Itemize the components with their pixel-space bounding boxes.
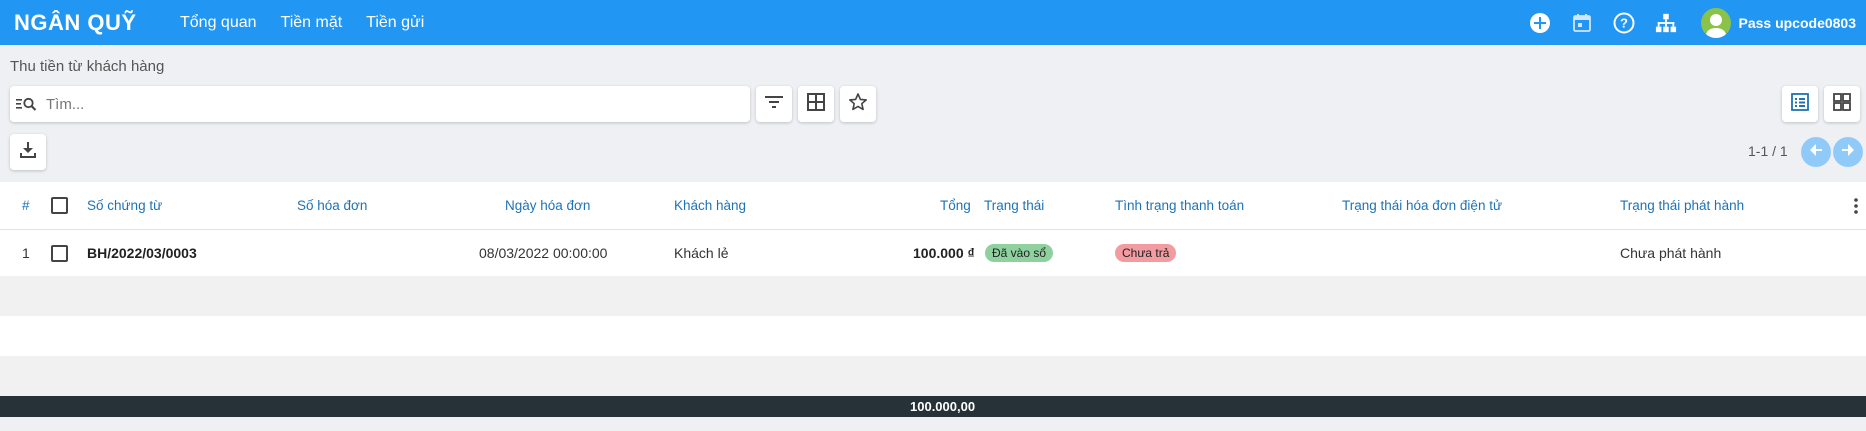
- empty-row: [0, 316, 1866, 356]
- top-navbar: NGÂN QUỸ Tổng quan Tiền mặt Tiền gửi ? P…: [0, 0, 1866, 45]
- col-issue-status[interactable]: Trạng thái phát hành: [1620, 182, 1744, 229]
- row-customer: Khách lẻ: [674, 245, 729, 261]
- favorites-button[interactable]: [840, 86, 876, 122]
- row-total: 100.000 ₫: [913, 245, 975, 261]
- filter-button[interactable]: [756, 86, 792, 122]
- empty-row: [0, 356, 1866, 396]
- pager-next-button[interactable]: [1833, 137, 1863, 167]
- pager-range: 1-1 / 1: [1748, 143, 1788, 159]
- export-button[interactable]: [10, 134, 46, 170]
- search-bar: [10, 86, 750, 122]
- search-icon: [16, 94, 42, 114]
- column-options-icon[interactable]: [1853, 182, 1859, 229]
- col-voucher-no[interactable]: Số chứng từ: [87, 182, 162, 229]
- empty-row: [0, 276, 1866, 316]
- row-index: 1: [22, 245, 30, 261]
- payment-status-badge: Chưa trả: [1115, 244, 1177, 262]
- col-customer[interactable]: Khách hàng: [674, 182, 746, 229]
- bottom-margin: [0, 417, 1866, 431]
- col-payment-status[interactable]: Tình trạng thanh toán: [1115, 182, 1244, 229]
- row-status-cell: Đã vào sổ: [985, 230, 1054, 276]
- col-einvoice-status[interactable]: Trạng thái hóa đơn điện tử: [1342, 182, 1502, 229]
- select-all-checkbox-cell: [51, 182, 68, 229]
- sitemap-icon[interactable]: [1655, 12, 1677, 34]
- download-icon: [18, 140, 38, 165]
- svg-text:?: ?: [1621, 15, 1629, 30]
- col-status[interactable]: Trạng thái: [984, 182, 1044, 229]
- select-all-checkbox[interactable]: [51, 197, 68, 214]
- col-invoice-no[interactable]: Số hóa đơn: [297, 182, 367, 229]
- col-index: #: [22, 198, 30, 213]
- top-right-actions: ? Pass upcode0803: [1529, 0, 1866, 45]
- row-issue-status: Chưa phát hành: [1620, 245, 1722, 261]
- nav-cash[interactable]: Tiền mặt: [281, 14, 343, 32]
- kanban-view-button[interactable]: [1824, 86, 1860, 122]
- list-view-icon: [1790, 92, 1810, 117]
- user-avatar-icon[interactable]: [1701, 7, 1732, 38]
- star-icon: [848, 92, 868, 117]
- calendar-icon[interactable]: [1571, 12, 1593, 34]
- col-invoice-date[interactable]: Ngày hóa đơn: [505, 182, 590, 229]
- row-payment-status-cell: Chưa trả: [1115, 230, 1177, 276]
- status-badge: Đã vào sổ: [985, 244, 1054, 262]
- col-total[interactable]: Tổng: [940, 182, 971, 229]
- kanban-view-icon: [1832, 92, 1852, 117]
- filter-icon: [764, 95, 784, 114]
- search-input[interactable]: [46, 95, 736, 113]
- help-icon[interactable]: ?: [1613, 12, 1635, 34]
- table-header: # Số chứng từ Số hóa đơn Ngày hóa đơn Kh…: [0, 182, 1866, 230]
- pager-prev-button[interactable]: [1801, 137, 1831, 167]
- row-checkbox[interactable]: [51, 244, 68, 262]
- grid-table-icon: [806, 92, 826, 117]
- user-name[interactable]: Pass upcode0803: [1738, 15, 1856, 31]
- table-row[interactable]: 1 BH/2022/03/0003 08/03/2022 00:00:00 Kh…: [0, 230, 1866, 276]
- arrow-left-icon: [1808, 142, 1824, 163]
- page-title: Thu tiền từ khách hàng: [10, 58, 165, 75]
- row-checkbox-cell: [51, 230, 68, 276]
- app-brand[interactable]: NGÂN QUỸ: [14, 10, 180, 36]
- add-icon[interactable]: [1529, 12, 1551, 34]
- row-voucher-no: BH/2022/03/0003: [87, 245, 197, 261]
- footer-total-value: 100.000,00: [910, 399, 976, 414]
- nav-bank-deposit[interactable]: Tiền gửi: [366, 14, 424, 32]
- list-view-button[interactable]: [1782, 86, 1818, 122]
- nav-overview[interactable]: Tổng quan: [180, 14, 257, 32]
- group-by-button[interactable]: [798, 86, 834, 122]
- arrow-right-icon: [1840, 142, 1856, 163]
- row-invoice-date: 08/03/2022 00:00:00: [479, 245, 608, 261]
- data-table: # Số chứng từ Số hóa đơn Ngày hóa đơn Kh…: [0, 182, 1866, 396]
- table-footer-total: 100.000,00: [0, 396, 1866, 417]
